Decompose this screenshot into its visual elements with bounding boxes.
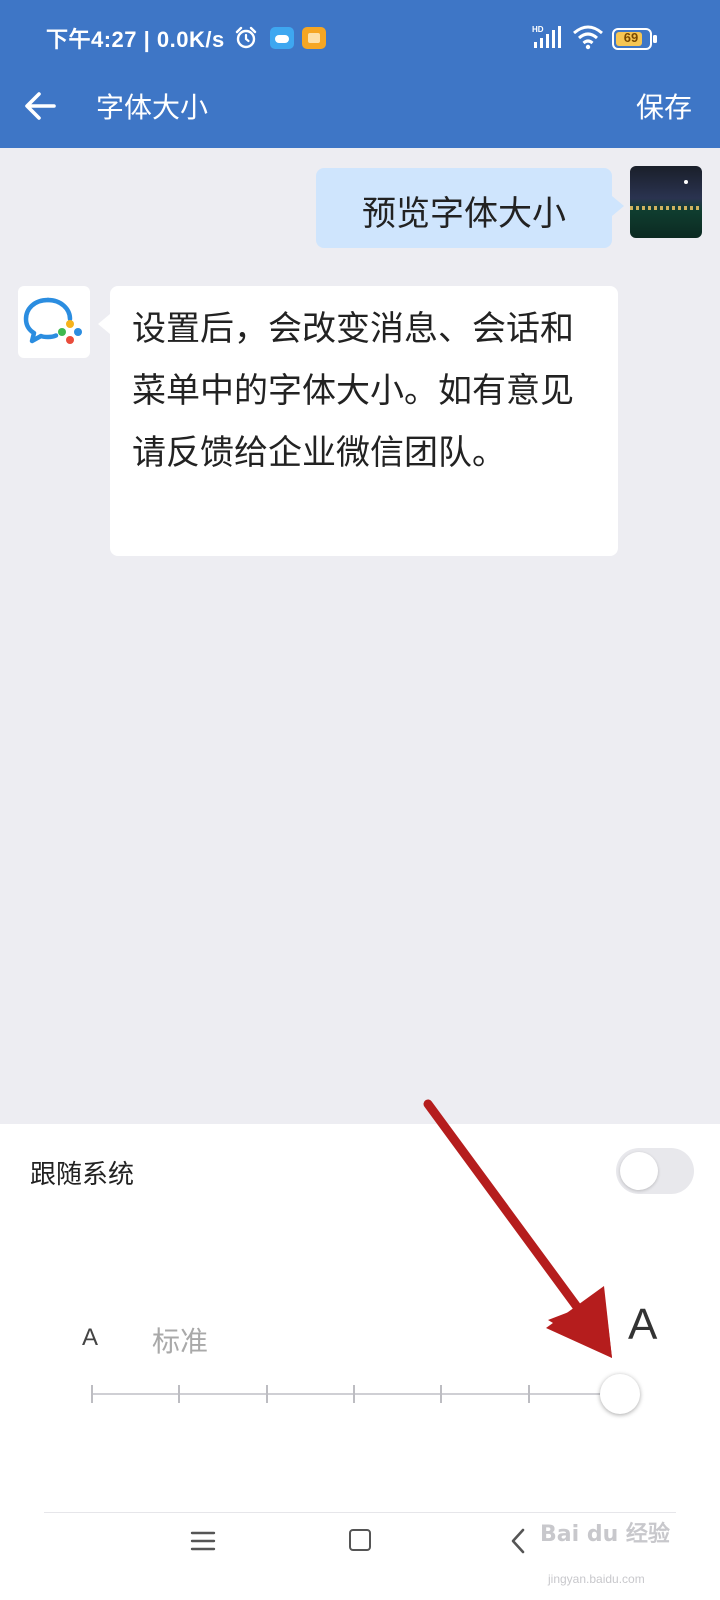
arrow-left-icon[interactable]: [22, 88, 58, 124]
svg-text:HD: HD: [532, 25, 544, 34]
battery-level: 69: [623, 30, 639, 45]
slider-tick: [91, 1385, 93, 1403]
menu-icon[interactable]: [190, 1530, 216, 1552]
page-title: 字体大小: [96, 91, 209, 124]
large-font-label: A: [628, 1300, 658, 1349]
alarm-icon: [235, 26, 257, 49]
slider-tick: [178, 1385, 181, 1403]
slider-track: [92, 1393, 632, 1395]
follow-system-label: 跟随系统: [30, 1160, 135, 1190]
title-bar: 字体大小 保存: [0, 80, 720, 148]
slider-tick: [353, 1385, 355, 1403]
header: 下午4:27 | 0.0K/s HD 69 字体大小 保存: [0, 0, 720, 148]
incoming-message-text: 设置后，会改变消息、会话和菜单中的字体大小。如有意见 请反馈给企业微信团队。: [132, 309, 574, 473]
status-time: 下午4:27 | 0.0K/s: [46, 27, 225, 52]
chevron-left-icon[interactable]: [508, 1527, 528, 1555]
status-bar: 下午4:27 | 0.0K/s HD 69: [0, 0, 720, 80]
incoming-message-bubble: 设置后，会改变消息、会话和菜单中的字体大小。如有意见 请反馈给企业微信团队。: [98, 286, 618, 556]
font-size-slider[interactable]: [88, 1374, 644, 1414]
wifi-icon: [573, 25, 603, 50]
save-button[interactable]: 保存: [636, 86, 692, 126]
baidu-watermark: Bai du 经验: [540, 1522, 670, 1547]
slider-thumb[interactable]: [600, 1374, 640, 1414]
standard-size-label: 标准: [152, 1325, 209, 1358]
toggle-knob: [620, 1152, 658, 1190]
slider-tick: [440, 1385, 443, 1403]
notes-app-icon: [302, 27, 326, 49]
wecom-logo-icon: [23, 297, 82, 344]
slider-tick: [527, 1385, 530, 1403]
outgoing-message-text: 预览字体大小: [362, 194, 566, 234]
cloud-app-icon: [270, 27, 294, 49]
home-icon[interactable]: [349, 1529, 371, 1551]
small-font-label: A: [82, 1324, 99, 1351]
outgoing-message-bubble: 预览字体大小: [316, 168, 624, 248]
wecom-logo-avatar[interactable]: [18, 286, 90, 358]
follow-system-toggle[interactable]: [616, 1148, 694, 1194]
slider-tick: [265, 1385, 268, 1403]
baidu-watermark-url: jingyan.baidu.com: [548, 1572, 645, 1586]
hd-signal-icon: HD: [532, 25, 561, 48]
user-avatar[interactable]: [630, 166, 702, 238]
